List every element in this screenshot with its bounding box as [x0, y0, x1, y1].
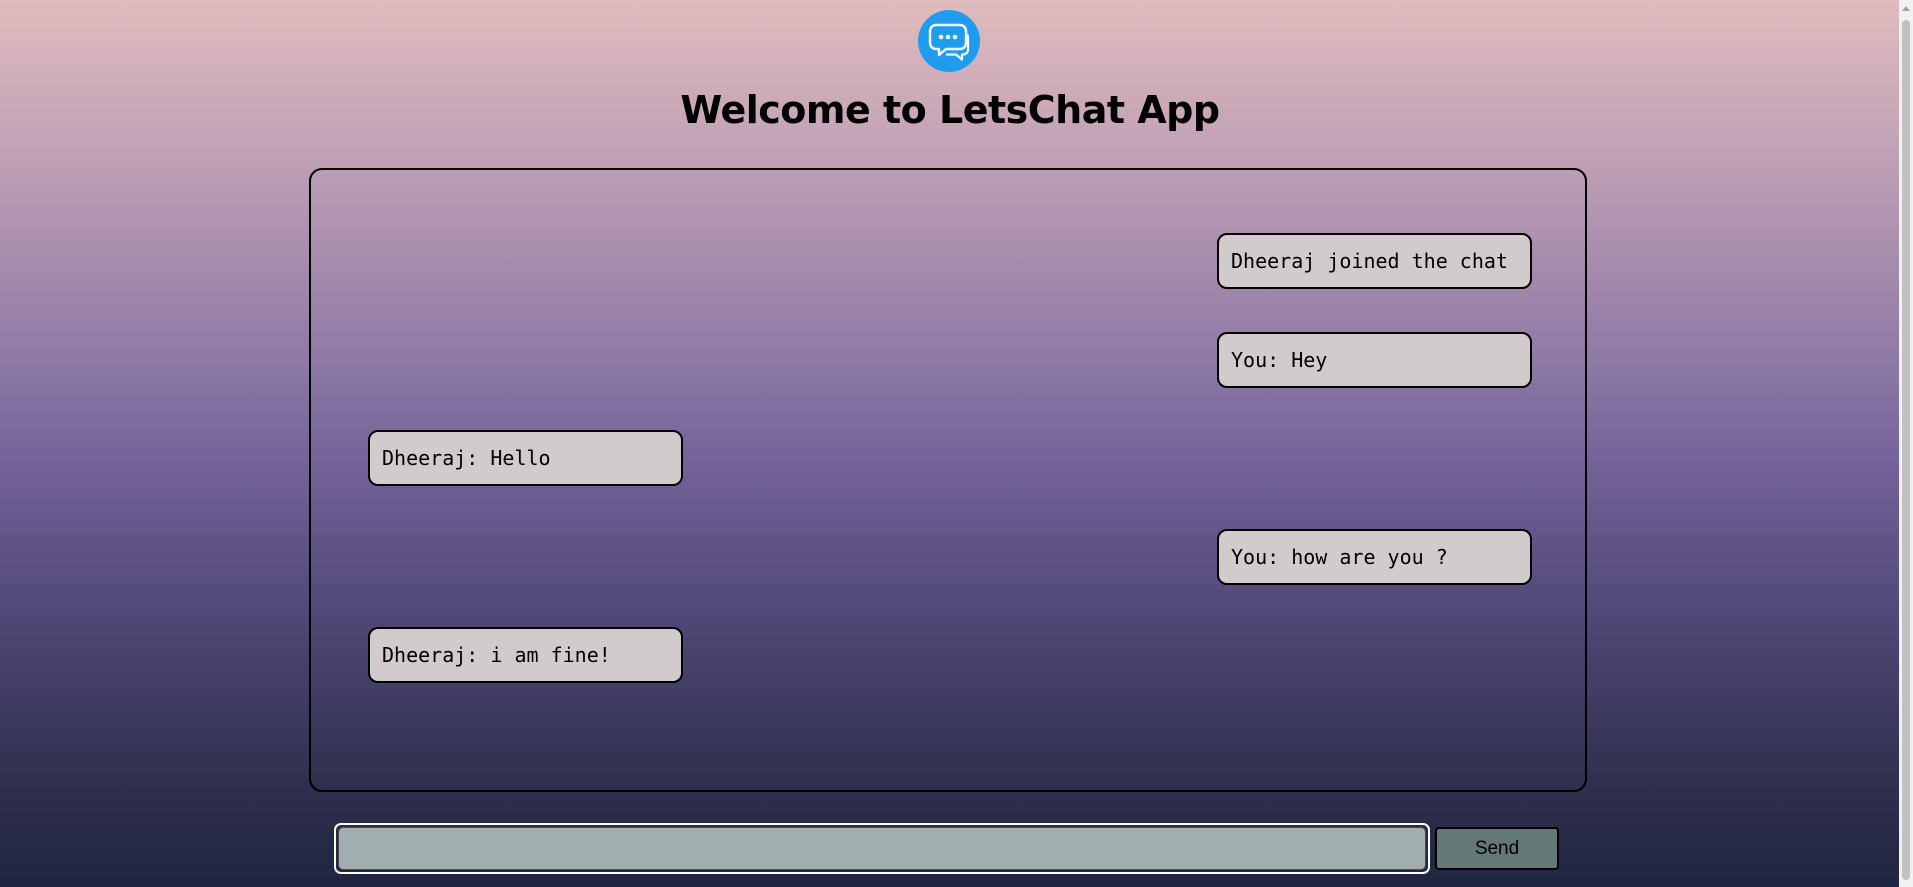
send-button[interactable]: Send [1435, 827, 1559, 870]
scroll-up-arrow-icon[interactable] [1902, 6, 1910, 11]
message-input-wrapper [334, 823, 1430, 874]
page-title: Welcome to LetsChat App [680, 88, 1220, 132]
page-scrollbar[interactable] [1899, 0, 1913, 887]
chat-message: Dheeraj joined the chat [1217, 233, 1532, 289]
chat-message: Dheeraj: i am fine! [368, 627, 683, 683]
chat-message: You: Hey [1217, 332, 1532, 388]
message-input[interactable] [338, 827, 1426, 870]
chat-message: Dheeraj: Hello [368, 430, 683, 486]
chat-message-area[interactable]: Dheeraj joined the chat You: Hey Dheeraj… [309, 168, 1587, 792]
chat-bubbles-icon [928, 23, 970, 61]
scrollbar-thumb[interactable] [1902, 20, 1910, 880]
chat-message: You: how are you ? [1217, 529, 1532, 585]
app-logo [918, 10, 980, 72]
